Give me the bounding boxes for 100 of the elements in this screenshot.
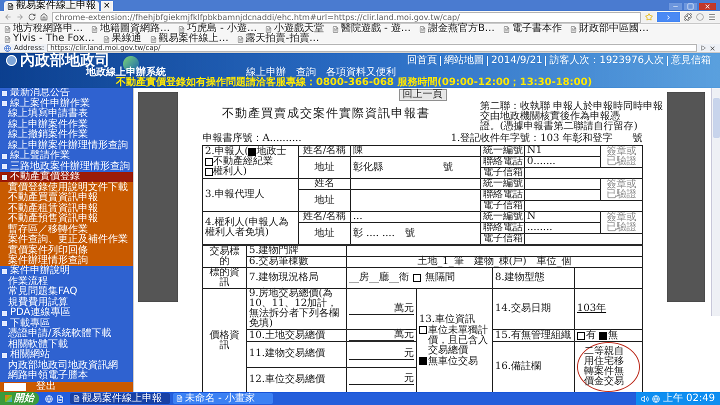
checkbox[interactable] — [413, 274, 421, 282]
header-link[interactable]: 網站地圖 — [440, 56, 488, 66]
sidebar-item[interactable]: 案件查詢、更正及補件作業 — [0, 234, 133, 246]
bookmark-link[interactable]: 小遊戲天堂 — [264, 24, 324, 34]
volume-icon[interactable] — [641, 394, 649, 402]
sidebar-item[interactable]: 網路申領電子謄本 — [0, 371, 133, 382]
checkbox[interactable] — [419, 356, 427, 364]
sidebar-item[interactable]: 案件申辦說明 — [0, 266, 133, 277]
bookmark-link[interactable]: 觀易案件線上… — [150, 34, 229, 44]
option-label: 無車位交易 — [428, 356, 478, 366]
sidebar-item[interactable]: 三路地政案件辦理情形查詢 — [0, 161, 133, 172]
party-label: 4.權利人(申報人為權利人者免填) — [205, 218, 290, 238]
bookmark-link[interactable]: 地方稅網路申… — [4, 24, 83, 34]
page-icon — [91, 26, 98, 32]
sidebar-item[interactable]: 實價案件列印回條 — [0, 245, 133, 256]
receipt-text: 1.登記收件年字號：103 年彰和登字 號 — [450, 134, 642, 144]
sidebar-item[interactable]: 暫存區／移轉作業 — [0, 224, 133, 235]
back-button[interactable]: 回上一頁 — [398, 89, 446, 101]
page-icon — [7, 2, 14, 10]
close-button[interactable] — [699, 2, 716, 10]
checkbox[interactable] — [205, 168, 213, 176]
contact-value: ........ — [527, 222, 552, 233]
checkbox[interactable] — [205, 158, 213, 166]
bookmark-link[interactable]: 果綠通 — [102, 34, 142, 44]
sidebar-item[interactable]: 線上撤銷案件作業 — [0, 130, 133, 140]
extension-icon[interactable] — [684, 13, 692, 21]
browser-icon[interactable] — [45, 394, 53, 402]
star-icon[interactable] — [645, 13, 653, 21]
stamp-label: 簽章或已驗證 — [606, 212, 636, 232]
bookmark-link[interactable]: 露天拍賣-拍賣… — [236, 34, 320, 44]
checkbox[interactable] — [419, 326, 427, 334]
bookmark-link[interactable]: 電子書本作 — [502, 24, 562, 34]
document-icon[interactable] — [56, 394, 64, 402]
option-label: 權利人 — [213, 167, 243, 177]
sidebar-item[interactable]: 常見問題集FAQ — [0, 287, 133, 298]
field-value: 彰化縣 號 — [353, 162, 453, 172]
bookmark-link[interactable]: 巧虎島 - 小遊… — [178, 24, 257, 34]
scrollbar[interactable] — [711, 88, 720, 316]
page-icon — [102, 36, 110, 42]
item-label: 15.有無管理組織 — [495, 330, 571, 340]
checkbox[interactable] — [577, 332, 585, 340]
sidebar-item[interactable]: 不動產買賣資訊申報 — [0, 192, 133, 204]
amount-unit: 萬元 — [349, 330, 414, 341]
item-label: 16.備註欄 — [495, 361, 541, 372]
page-icon — [150, 36, 157, 42]
bookmark-link[interactable]: Ylvis - The Fox… — [4, 34, 95, 44]
bookmark-link[interactable]: 醫院遊戲 - 遊… — [332, 24, 411, 34]
field-label: 姓名/名稱 — [302, 211, 346, 222]
sidebar-item[interactable]: 線上填寫申請書表 — [0, 108, 133, 120]
menu-icon[interactable] — [708, 13, 716, 21]
sidebar-item[interactable]: 線上申辦案件作業 — [0, 119, 133, 130]
checkbox[interactable] — [248, 148, 256, 156]
note-text: 證。(憑據申報書第二聯請自行留存) — [480, 122, 639, 132]
sidebar-item[interactable]: 不動產租賃資訊申報 — [0, 203, 133, 214]
header-link[interactable]: 2014/9/21 — [487, 56, 546, 66]
bookmark-link[interactable]: 財政部中區國… — [570, 24, 649, 34]
bookmark-link[interactable]: 地籍圖資網路… — [91, 24, 170, 34]
bookmark-link[interactable]: 謝金燕官方B… — [418, 24, 495, 34]
field-label: 地址 — [314, 162, 334, 172]
site-subtitle: 地政線上申辦系統 — [86, 68, 166, 78]
page-icon — [332, 26, 339, 32]
logout-link[interactable]: 登出 — [36, 382, 56, 392]
section-label: 價格資訊 — [210, 330, 240, 350]
close-icon[interactable] — [709, 44, 716, 52]
taskbar-button[interactable]: 觀易案件線上申報 — [70, 393, 170, 404]
option-label: 無隔間 — [425, 273, 455, 283]
field-label: 地址 — [314, 228, 334, 238]
scroll-thumb[interactable] — [712, 98, 720, 138]
taskbar-button[interactable]: 未命名 - 小畫家 — [173, 393, 273, 404]
sidebar-item[interactable]: 線上案件申辦作業 — [0, 98, 133, 109]
contact-label: 統一編號 — [483, 178, 523, 189]
amount-unit: 元 — [349, 374, 414, 386]
home-icon[interactable] — [40, 13, 48, 21]
text-input[interactable] — [4, 382, 26, 391]
reload-icon[interactable] — [28, 13, 36, 21]
maximize-button[interactable] — [684, 2, 697, 10]
play-icon[interactable] — [700, 45, 706, 51]
sidebar-item[interactable]: 線上申辦案件辦理情形查詢 — [0, 140, 133, 151]
network-icon[interactable] — [652, 394, 660, 402]
sidebar-item[interactable]: PDA連線專區 — [0, 308, 133, 319]
item-label: 5.建物門牌 — [249, 245, 299, 256]
item-label: 14.交易日期 — [495, 303, 551, 314]
header-link[interactable]: 訪客人次：1923976人次 — [545, 56, 667, 66]
header-link[interactable]: 回首頁 — [404, 56, 440, 66]
field-value: 彰 .... .... 號 — [353, 228, 415, 238]
sidebar-item[interactable]: 相關網站 — [0, 350, 133, 361]
url-field[interactable]: chrome-extension://fhehjbfgiekmjfklfpbkbamnjdcnaddi/ehc.htm#url=https://clir.land.moi.gov.tw/cap/ — [52, 12, 641, 22]
sidebar-item[interactable]: 憑證申請/系統軟體下載 — [0, 329, 133, 340]
sidebar-item[interactable]: 不動產實價登錄 — [0, 172, 133, 182]
sidebar-item[interactable]: 線上聲請作業 — [0, 150, 133, 162]
sidebar-item[interactable]: 實價登錄使用說明文件下載 — [0, 182, 133, 193]
field-label: 姓名/名稱 — [302, 145, 346, 156]
checkbox[interactable] — [599, 332, 607, 340]
header-link[interactable]: 意見信箱 — [667, 56, 714, 66]
contact-label: 聯絡電話 — [483, 222, 523, 233]
tab-close-button[interactable]: × — [101, 1, 113, 11]
sidebar-item[interactable]: 不動產預售資訊申報 — [0, 214, 133, 224]
stamp-label: 簽章或已驗證 — [606, 178, 636, 200]
party-label: ) — [243, 167, 247, 177]
start-button[interactable]: 開始 — [0, 392, 39, 405]
